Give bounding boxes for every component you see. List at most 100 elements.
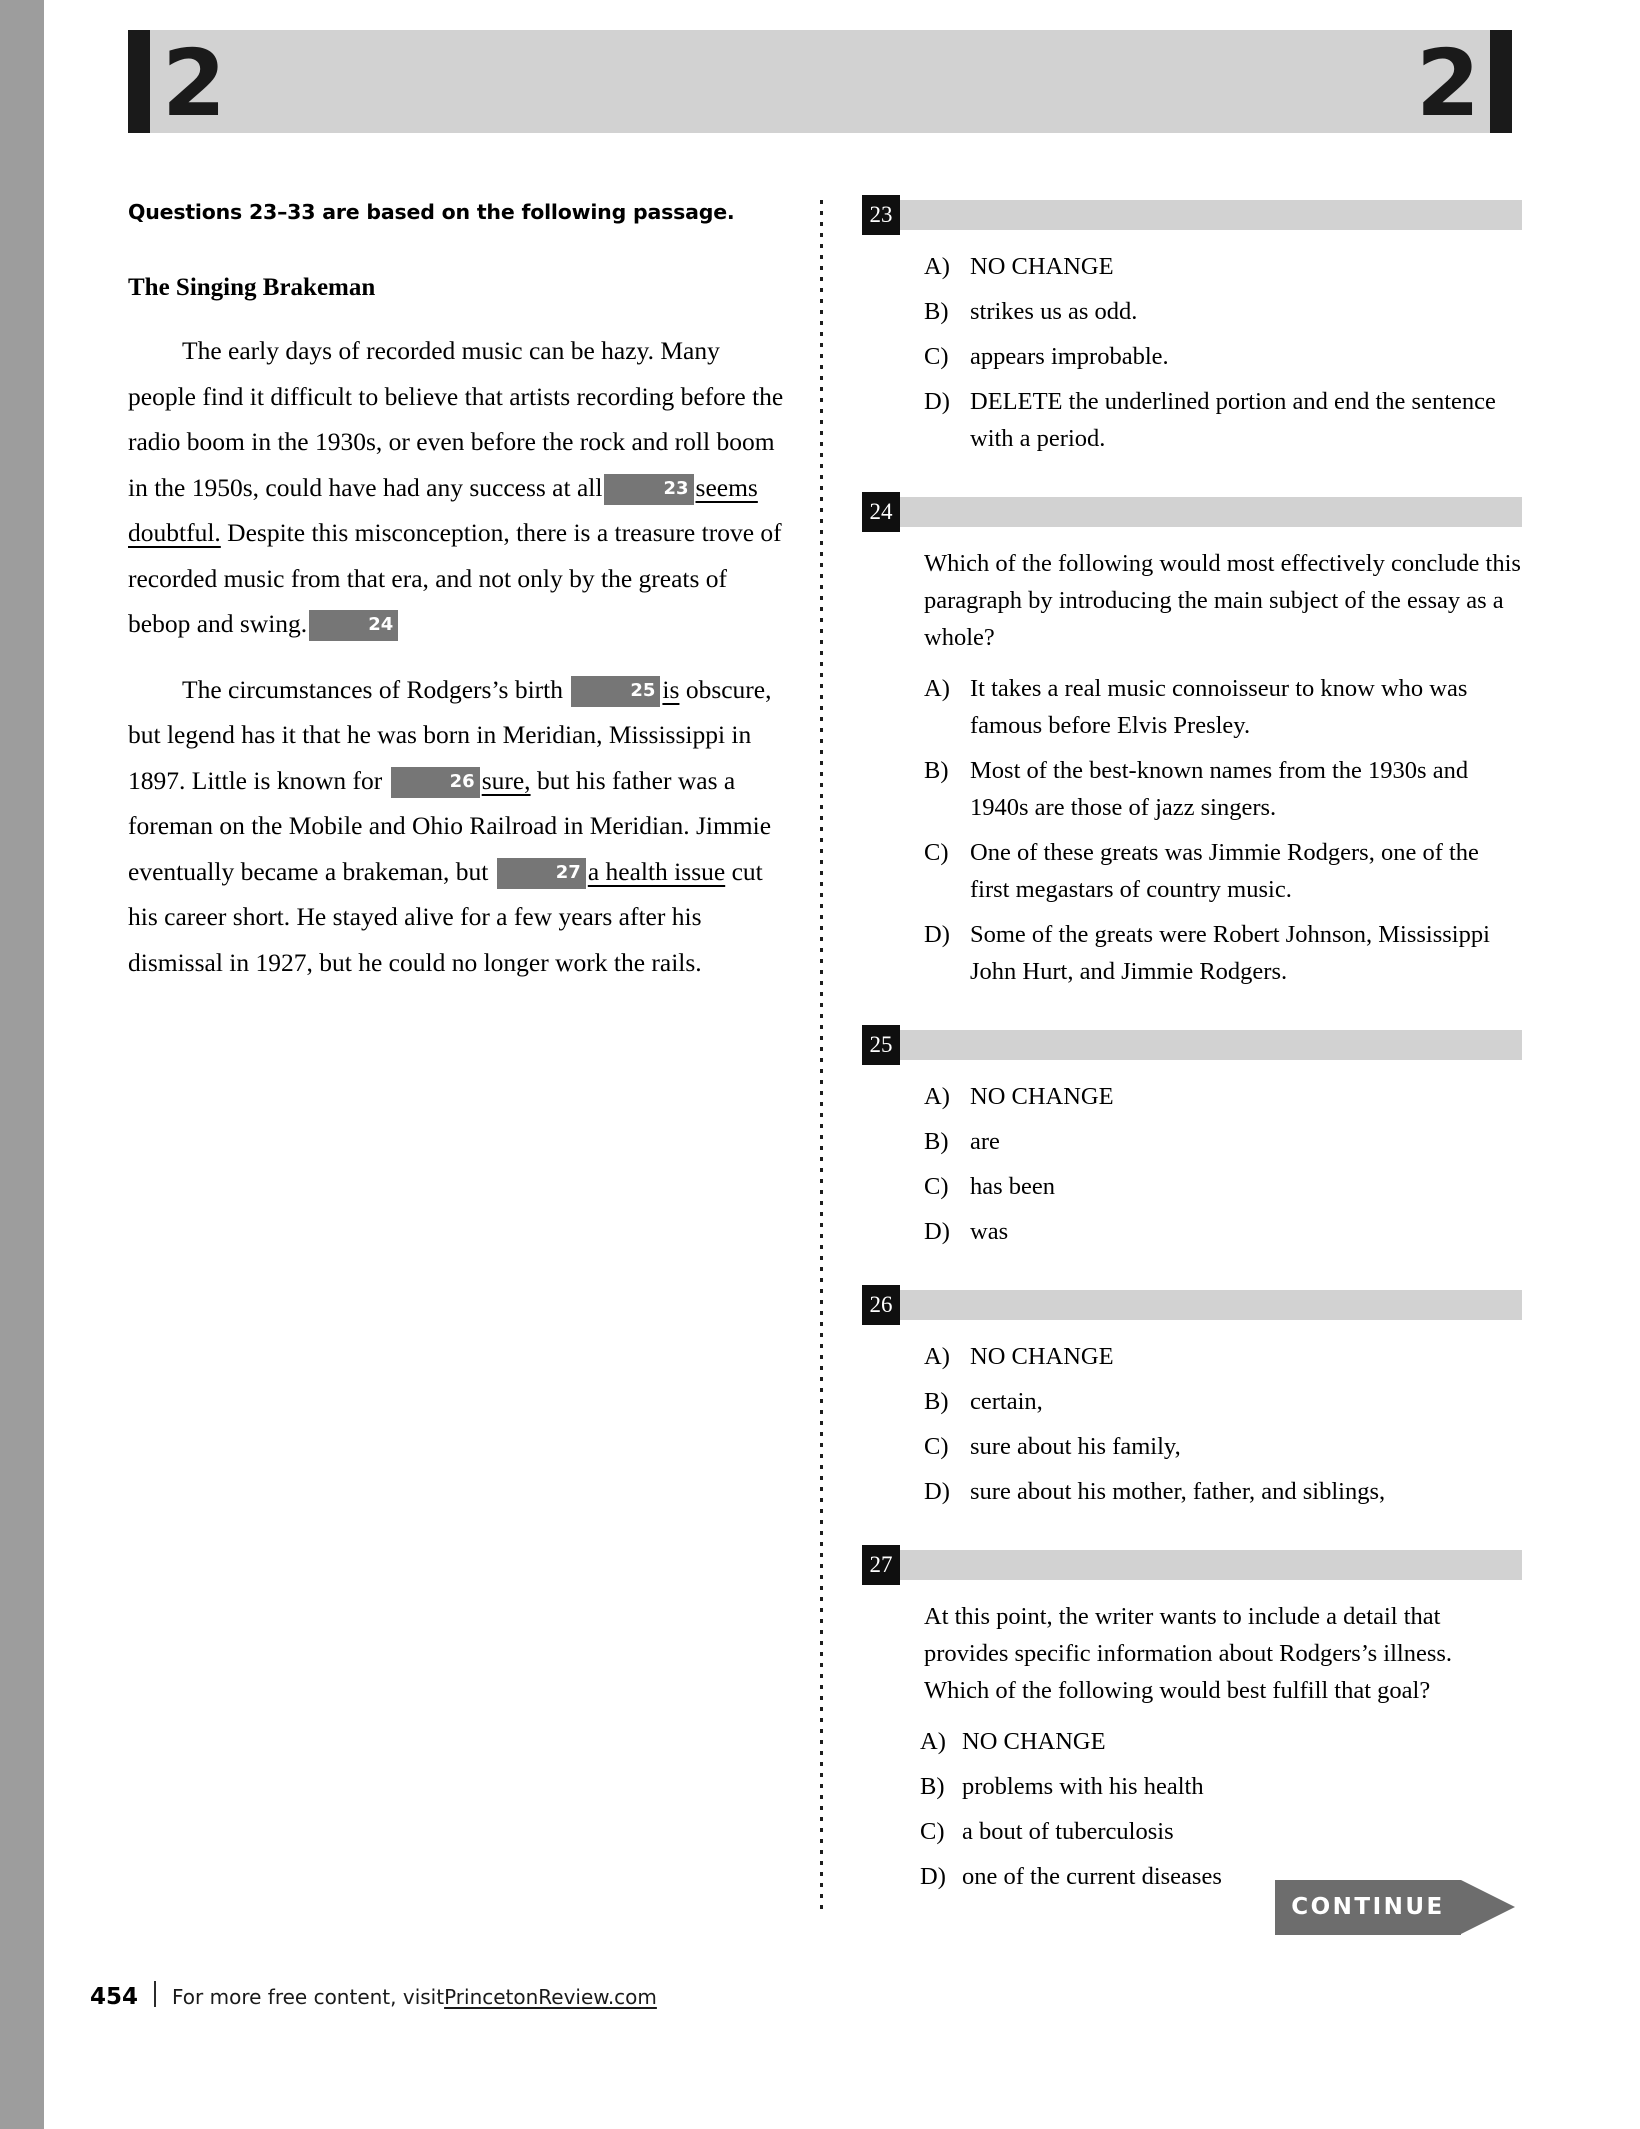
questions-column: 23 A) NO CHANGE B) strikes us as odd. C)… [862, 195, 1522, 1935]
answer-choice-c[interactable]: C) has been [862, 1168, 1522, 1205]
inline-question-marker-27[interactable]: 27 [496, 857, 586, 889]
choice-letter: D) [920, 1863, 946, 1890]
continue-button[interactable]: CONTINUE [1275, 1880, 1515, 1935]
passage-text-segment: The circumstances of Rodgers’s birth [182, 674, 563, 704]
question-stem: At this point, the writer wants to inclu… [924, 1603, 1453, 1704]
choice-letter: D) [924, 1478, 950, 1505]
question-number-badge: 24 [862, 492, 900, 532]
choice-text: NO CHANGE [970, 1343, 1114, 1370]
choice-letter: A) [924, 1083, 950, 1110]
answer-choice-b[interactable]: B) are [862, 1123, 1522, 1160]
header-rule-left [128, 30, 150, 133]
choice-letter: C) [924, 1173, 949, 1200]
question-header: 27 [862, 1545, 1522, 1585]
choice-text: It takes a real music connoisseur to kno… [970, 675, 1468, 739]
choice-text: NO CHANGE [970, 1083, 1114, 1110]
question-block-24: 24 Which of the following would most eff… [862, 492, 1522, 990]
passage-text-segment: Despite this misconception, there is a t… [128, 518, 782, 638]
answer-choice-b[interactable]: B) strikes us as odd. [862, 293, 1522, 330]
underlined-portion-25: is [662, 674, 680, 704]
footer-text: For more free content, visit [172, 1985, 445, 2009]
choice-text: problems with his health [962, 1773, 1204, 1800]
question-block-23: 23 A) NO CHANGE B) strikes us as odd. C)… [862, 195, 1522, 457]
choice-letter: A) [924, 1343, 950, 1370]
inline-question-marker-25[interactable]: 25 [571, 675, 661, 707]
answer-choice-a[interactable]: A) NO CHANGE [862, 1723, 1522, 1760]
choice-text: sure about his family, [970, 1433, 1181, 1460]
question-block-27: 27 At this point, the writer wants to in… [862, 1545, 1522, 1895]
choice-text: NO CHANGE [970, 253, 1114, 280]
passage-title: The Singing Brakeman [128, 274, 376, 301]
choice-text: sure about his mother, father, and sibli… [970, 1478, 1386, 1505]
page-footer: 454 For more free content, visit Princet… [90, 1978, 657, 2010]
question-number-badge: 27 [862, 1545, 900, 1585]
choice-letter: C) [924, 343, 949, 370]
underlined-portion-27: a health issue [587, 856, 726, 886]
choice-letter: C) [924, 839, 949, 866]
question-number-badge: 26 [862, 1285, 900, 1325]
choice-letter: D) [924, 921, 950, 948]
passage-column: Questions 23–33 are based on the followi… [128, 200, 793, 985]
inline-question-marker-26[interactable]: 26 [390, 766, 480, 798]
question-stem: Which of the following would most effect… [924, 550, 1521, 651]
choice-text: was [970, 1218, 1009, 1245]
underlined-portion-26: sure, [481, 765, 531, 795]
answer-choice-d[interactable]: D) Some of the greats were Robert Johnso… [862, 916, 1522, 990]
answer-choice-b[interactable]: B) certain, [862, 1383, 1522, 1420]
choice-text: One of these greats was Jimmie Rodgers, … [970, 839, 1479, 903]
header-rule-right [1490, 30, 1512, 133]
footer-link[interactable]: PrincetonReview.com [444, 1985, 657, 2009]
choice-text: strikes us as odd. [970, 298, 1138, 325]
answer-choice-a[interactable]: A) NO CHANGE [862, 1338, 1522, 1375]
answer-choice-c[interactable]: C) a bout of tuberculosis [862, 1813, 1522, 1850]
question-number-badge: 25 [862, 1025, 900, 1065]
answer-choice-c[interactable]: C) appears improbable. [862, 338, 1522, 375]
answer-choice-b[interactable]: B) Most of the best-known names from the… [862, 752, 1522, 826]
choice-text: Most of the best-known names from the 19… [970, 757, 1469, 821]
choice-letter: B) [924, 757, 949, 784]
choice-text: appears improbable. [970, 343, 1169, 370]
passage-paragraph-2: The circumstances of Rodgers’s birth 25 i… [128, 667, 793, 986]
question-block-26: 26 A) NO CHANGE B) certain, C) sure abou… [862, 1285, 1522, 1510]
inline-question-marker-24[interactable]: 24 [309, 610, 399, 641]
answer-choice-a[interactable]: A) NO CHANGE [862, 248, 1522, 285]
question-block-25: 25 A) NO CHANGE B) are C) has been D) wa… [862, 1025, 1522, 1250]
test-page: 2 2 Questions 23–33 are based on the fol… [0, 0, 1640, 2129]
choice-text: DELETE the underlined portion and end th… [970, 388, 1496, 452]
choice-text: Some of the greats were Robert Johnson, … [970, 921, 1490, 985]
section-number-left: 2 [162, 30, 226, 137]
choice-letter: C) [924, 1433, 949, 1460]
answer-choice-a[interactable]: A) It takes a real music connoisseur to … [862, 670, 1522, 744]
choice-text: are [970, 1128, 1000, 1155]
inline-question-marker-23[interactable]: 23 [604, 473, 694, 505]
column-divider [820, 200, 823, 1910]
choice-text: NO CHANGE [962, 1728, 1106, 1755]
choice-text: certain, [970, 1388, 1043, 1415]
choice-letter: B) [920, 1773, 945, 1800]
continue-button-label: CONTINUE [1291, 1894, 1445, 1920]
answer-choice-c[interactable]: C) One of these greats was Jimmie Rodger… [862, 834, 1522, 908]
question-number-badge: 23 [862, 195, 900, 235]
page-number: 454 [90, 1984, 139, 2010]
choice-letter: A) [924, 253, 950, 280]
answer-choice-d[interactable]: D) sure about his mother, father, and si… [862, 1473, 1522, 1510]
choice-letter: D) [924, 388, 950, 415]
choice-letter: B) [924, 1128, 949, 1155]
footer-divider [154, 1981, 157, 2007]
answer-choice-d[interactable]: D) was [862, 1213, 1522, 1250]
choice-letter: B) [924, 298, 949, 325]
question-header: 26 [862, 1285, 1522, 1325]
answer-choice-d[interactable]: D) DELETE the underlined portion and end… [862, 383, 1522, 457]
choice-text: a bout of tuberculosis [962, 1818, 1174, 1845]
answer-choice-c[interactable]: C) sure about his family, [862, 1428, 1522, 1465]
choice-letter: B) [924, 1388, 949, 1415]
page-binding-strip [0, 0, 44, 2129]
question-header: 24 [862, 492, 1522, 532]
answer-choice-b[interactable]: B) problems with his health [862, 1768, 1522, 1805]
section-number-right: 2 [1415, 30, 1480, 137]
answer-choice-a[interactable]: A) NO CHANGE [862, 1078, 1522, 1115]
choice-text: has been [970, 1173, 1056, 1200]
passage-paragraph-1: The early days of recorded music can be … [128, 328, 793, 647]
choice-letter: C) [920, 1818, 945, 1845]
questions-intro: Questions 23–33 are based on the followi… [128, 200, 735, 224]
